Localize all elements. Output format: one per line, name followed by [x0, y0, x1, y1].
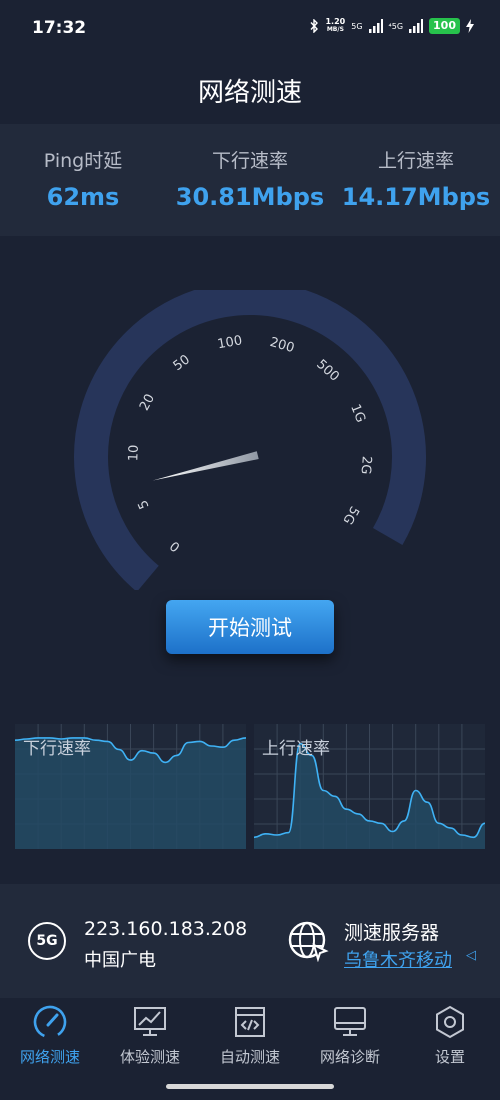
gauge-needle: [152, 451, 259, 481]
tab-network-diagnosis-label: 网络诊断: [319, 1048, 380, 1066]
desktop-icon: [334, 1007, 366, 1036]
stat-ping: Ping时延 62ms: [0, 146, 168, 211]
stat-upload-value: 14.17Mbps: [341, 183, 491, 211]
gauge-tick-label: 500: [313, 357, 341, 385]
stat-download-label: 下行速率: [211, 150, 288, 172]
gauge-tick-label: 1G: [347, 402, 368, 425]
gauge-tick-label: 2G: [358, 455, 374, 474]
signal-icon: [409, 19, 424, 33]
settings-hex-icon: [436, 1005, 464, 1039]
network-type-badge: 5G: [28, 922, 66, 960]
page-title: 网络测速: [197, 78, 302, 108]
tab-network-diagnosis[interactable]: 网络诊断: [300, 1004, 400, 1067]
gauge-tick-label: 5G: [339, 503, 361, 526]
status-bar: 17:32 1.20 MB/S 5G ⁴5G 100: [0, 0, 500, 60]
server-select-arrow-icon[interactable]: ◁: [466, 948, 476, 963]
monitor-chart-icon: [134, 1007, 166, 1036]
download-graph-label: 下行速率: [23, 739, 91, 759]
stats-panel: Ping时延 62ms 下行速率 30.81Mbps 上行速率 14.17Mbp…: [0, 124, 500, 236]
battery-indicator: 100: [429, 18, 460, 34]
home-indicator: [166, 1084, 334, 1089]
gauge-tick-label: 10: [126, 444, 142, 461]
stat-ping-label: Ping时延: [43, 150, 123, 172]
tab-experience-speed-label: 体验测速: [119, 1048, 180, 1066]
stat-upload-label: 上行速率: [377, 150, 454, 172]
tab-experience-speed[interactable]: 体验测速: [100, 1004, 200, 1067]
upload-graph-label: 上行速率: [262, 739, 330, 759]
gauge-tick-label: 100: [216, 333, 243, 352]
gauge-tick-label: 0: [167, 537, 183, 554]
signal-icon: [368, 19, 383, 33]
status-time: 17:32: [32, 18, 87, 38]
upload-graph: 上行速率: [253, 724, 486, 849]
ip-address: 223.160.183.208: [84, 918, 248, 940]
status-icons: 1.20 MB/S 5G ⁴5G 100: [309, 18, 474, 34]
globe-cursor-icon: [288, 921, 329, 962]
stat-upload: 上行速率 14.17Mbps: [331, 146, 500, 211]
tab-network-speed[interactable]: 网络测速: [0, 1004, 100, 1067]
charging-icon: [466, 19, 474, 33]
sim2-label: ⁴5G: [388, 21, 404, 31]
bluetooth-icon: [310, 19, 319, 33]
tab-auto-speed[interactable]: 自动测速: [200, 1004, 300, 1067]
stat-download-value: 30.81Mbps: [175, 183, 325, 211]
tab-settings-label: 设置: [434, 1048, 465, 1066]
tab-network-speed-label: 网络测速: [19, 1048, 80, 1066]
download-graph: 下行速率: [14, 724, 247, 849]
tab-auto-speed-label: 自动测速: [219, 1048, 280, 1066]
sim1-label: 5G: [351, 21, 363, 31]
server-title: 测速服务器: [344, 922, 440, 944]
network-speed: 1.20 MB/S: [325, 17, 346, 34]
stat-ping-value: 62ms: [46, 183, 120, 211]
isp-name: 中国广电: [84, 950, 156, 971]
server-name-link[interactable]: 乌鲁木齐移动: [344, 946, 452, 972]
gauge-arc: [74, 290, 426, 590]
speedometer-icon: [33, 1005, 67, 1039]
gauge-tick-label: 20: [137, 392, 158, 414]
stat-download: 下行速率 30.81Mbps: [165, 146, 335, 211]
tab-settings[interactable]: 设置: [400, 1004, 500, 1067]
code-window-icon: [235, 1007, 265, 1037]
speed-gauge: 0 5 10 20 50 100 200 500 1G 2G 5G: [74, 290, 426, 590]
gauge-tick-label: 200: [268, 335, 296, 356]
start-test-button[interactable]: 开始测试: [166, 600, 334, 654]
network-info-panel: 5G 223.160.183.208 中国广电 测速服务器 乌鲁木齐移动 ◁: [0, 884, 500, 998]
gauge-tick-label: 5: [135, 497, 152, 511]
gauge-tick-label: 50: [171, 352, 193, 374]
